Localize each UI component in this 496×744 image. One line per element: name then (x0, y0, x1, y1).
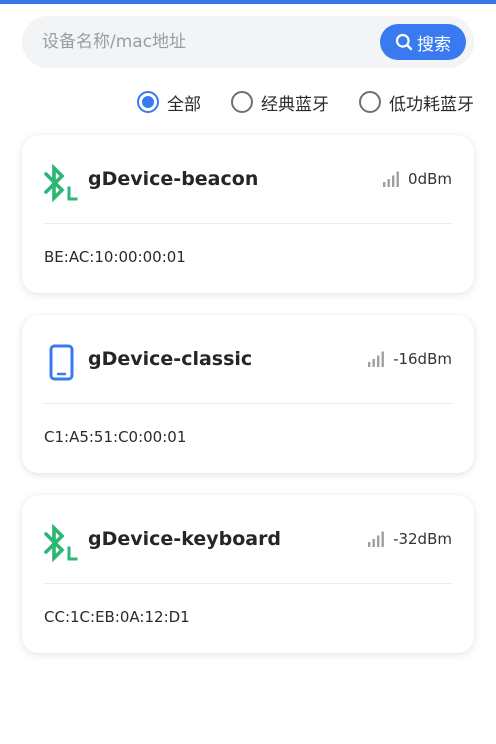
device-name: gDevice-beacon (88, 168, 259, 190)
filter-all-radio[interactable]: 全部 (137, 90, 201, 115)
card-divider (44, 403, 452, 404)
card-divider (44, 223, 452, 224)
device-card[interactable]: gDevice-beacon 0dBm BE:AC:10:00:00:01 (22, 135, 474, 293)
search-bar: 搜索 (22, 16, 474, 68)
device-card[interactable]: gDevice-classic -16dBm C1:A5:51:C0:00:01 (22, 315, 474, 473)
filter-ble-radio[interactable]: 低功耗蓝牙 (359, 90, 474, 115)
filter-ble-label: 低功耗蓝牙 (389, 94, 474, 115)
mac-address: CC:1C:EB:0A:12:D1 (44, 608, 190, 626)
mac-address: BE:AC:10:00:00:01 (44, 248, 186, 266)
rssi-value: 0dBm (408, 170, 452, 188)
search-button[interactable]: 搜索 (380, 24, 466, 60)
filter-classic-label: 经典蓝牙 (261, 94, 329, 115)
card-divider (44, 583, 452, 584)
bluetooth-le-icon (44, 523, 78, 563)
signal-strength: 0dBm (382, 170, 452, 188)
filter-classic-radio[interactable]: 经典蓝牙 (231, 90, 329, 115)
signal-bars-icon (368, 531, 384, 547)
radio-circle (137, 91, 159, 113)
filter-all-label: 全部 (167, 94, 201, 115)
radio-circle (359, 91, 381, 113)
rssi-value: -32dBm (393, 530, 452, 548)
signal-strength: -16dBm (367, 350, 452, 368)
bluetooth-le-icon (44, 163, 78, 203)
top-accent-bar (0, 0, 496, 4)
mac-address: C1:A5:51:C0:00:01 (44, 428, 187, 446)
search-icon (395, 33, 413, 51)
rssi-value: -16dBm (393, 350, 452, 368)
radio-circle (231, 91, 253, 113)
search-input[interactable] (42, 16, 372, 68)
signal-bars-icon (368, 351, 384, 367)
phone-icon (49, 344, 74, 381)
device-card[interactable]: gDevice-keyboard -32dBm CC:1C:EB:0A:12:D… (22, 495, 474, 653)
device-name: gDevice-classic (88, 348, 253, 370)
search-button-label: 搜索 (417, 34, 451, 55)
signal-strength: -32dBm (367, 530, 452, 548)
signal-bars-icon (383, 171, 399, 187)
device-name: gDevice-keyboard (88, 528, 282, 550)
filter-radio-group: 全部 经典蓝牙 低功耗蓝牙 (137, 88, 474, 116)
